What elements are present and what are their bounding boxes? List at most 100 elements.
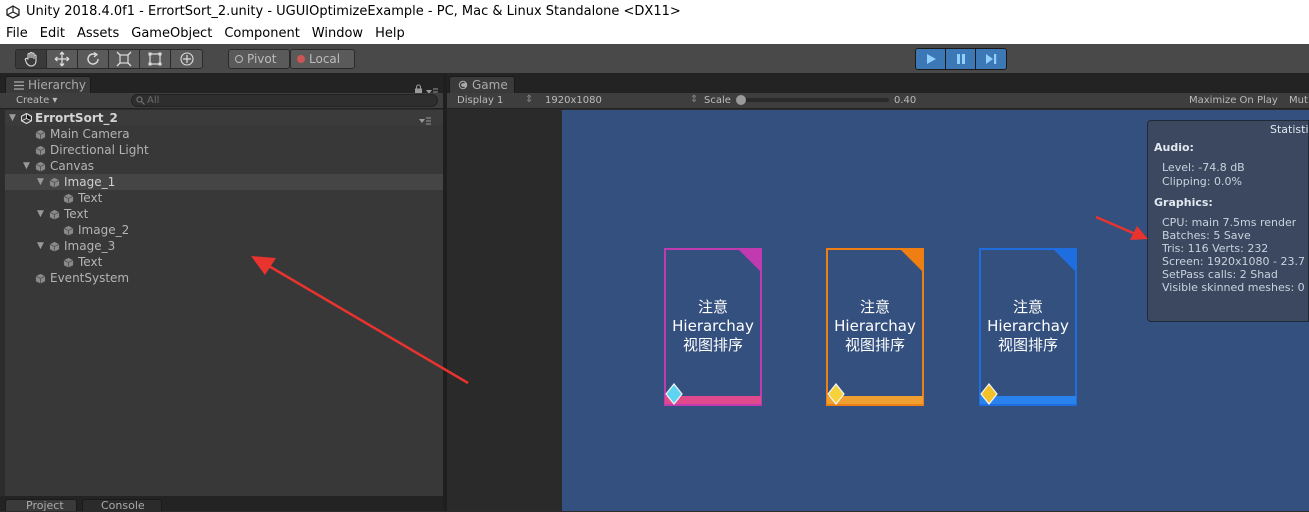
hierarchy-item-canvas[interactable]: ▼ Canvas [5,158,443,174]
hierarchy-item-image-2[interactable]: Image_2 [5,222,443,238]
local-icon [297,55,305,63]
transform-tool-button[interactable] [171,50,202,68]
resolution-dropdown[interactable]: 1920x1080 [545,95,602,106]
hierarchy-item-label: Image_2 [78,223,130,237]
hierarchy-tab-bar: Hierarchy [0,74,445,96]
gameobject-cube-icon [35,161,46,172]
move-tool-button[interactable] [47,50,78,68]
menu-edit[interactable]: Edit [40,26,65,41]
game-tab-bar: Game [447,74,1309,93]
scale-slider-handle[interactable] [736,95,746,105]
tab-console[interactable]: Console [82,499,162,512]
scene-row[interactable]: ▼ ErrortSort_2 [5,110,443,126]
stats-skinned-meshes: Visible skinned meshes: 0 [1162,281,1305,294]
hierarchy-item-label: Text [78,255,103,269]
display-dropdown[interactable]: Display 1 [457,95,503,106]
play-button[interactable] [916,49,946,69]
card-text: 注意 Hierarchay 视图排序 [664,298,762,355]
unity-scene-icon [21,112,32,124]
scale-label: Scale [704,95,731,106]
card-line-3: 视图排序 [997,336,1058,354]
gameobject-cube-icon [63,193,74,204]
play-icon [926,54,936,64]
card-line-3: 视图排序 [682,336,743,354]
pause-button[interactable] [946,49,976,69]
menu-gameobject[interactable]: GameObject [131,26,212,41]
menu-bar: File Edit Assets GameObject Component Wi… [0,23,1309,44]
tab-game[interactable]: Game [449,76,515,93]
hierarchy-item-text[interactable]: ▼ Text [5,206,443,222]
menu-component[interactable]: Component [224,26,299,41]
hierarchy-item-label: Canvas [50,159,95,173]
mute-audio-toggle[interactable]: Mut [1289,95,1308,106]
hierarchy-item-text[interactable]: Text [5,190,443,206]
gameobject-cube-icon [35,273,46,284]
hierarchy-item-directional-light[interactable]: Directional Light [5,142,443,158]
game-controller-icon [458,80,468,90]
scale-slider[interactable] [736,95,889,105]
hierarchy-item-label: Main Camera [50,127,130,141]
list-icon [14,80,24,90]
maximize-on-play-toggle[interactable]: Maximize On Play [1189,95,1278,106]
rect-tool-button[interactable] [140,50,171,68]
expand-arrow-icon[interactable]: ▼ [23,161,33,171]
card-line-3: 视图排序 [844,336,905,354]
hierarchy-item-label: Text [78,191,103,205]
move-icon [54,51,70,67]
tab-hierarchy[interactable]: Hierarchy [5,76,91,93]
stats-setpass: SetPass calls: 2 Shad [1162,268,1278,281]
hierarchy-item-image-1[interactable]: ▼ Image_1 [5,174,443,190]
playback-controls [915,48,1007,70]
gameobject-cube-icon [49,209,60,220]
menu-help[interactable]: Help [375,26,405,41]
statistics-overlay: Statisti Audio: Level: -74.8 dB Clipping… [1147,120,1309,322]
search-placeholder: All [147,95,160,106]
scale-tool-button[interactable] [109,50,140,68]
hierarchy-item-label: Image_3 [64,239,116,253]
gameobject-cube-icon [35,129,46,140]
menu-window[interactable]: Window [312,26,363,41]
window-title: Unity 2018.4.0f1 - ErrortSort_2.unity - … [26,4,681,19]
gameobject-cube-icon [63,225,74,236]
tab-project-label: Project [26,499,64,512]
tab-hierarchy-label: Hierarchy [28,78,87,92]
menu-file[interactable]: File [6,26,28,41]
title-bar: Unity 2018.4.0f1 - ErrortSort_2.unity - … [0,0,1309,23]
menu-assets[interactable]: Assets [77,26,119,41]
game-letterbox [447,110,562,511]
stats-audio-header: Audio: [1154,141,1194,154]
main-toolbar: Pivot Local [0,44,1309,74]
hand-tool-button[interactable] [16,50,47,68]
expand-arrow-icon[interactable]: ▼ [37,209,47,219]
hierarchy-toolbar: Create ▾ All [0,93,445,109]
game-toolbar: Display 1 ⇕ 1920x1080 ⇕ Scale 0.40 Maxim… [447,93,1309,109]
hierarchy-item-eventsystem[interactable]: EventSystem [5,270,443,286]
local-toggle[interactable]: Local [290,49,355,69]
tab-project[interactable]: Project [5,499,77,512]
card-text: 注意 Hierarchay 视图排序 [979,298,1077,355]
hierarchy-search-input[interactable]: All [131,94,438,107]
rotate-tool-button[interactable] [78,50,109,68]
card-line-2: Hierarchay [672,317,754,335]
transform-icon [179,52,194,66]
local-label: Local [309,52,341,66]
step-button[interactable] [976,49,1006,69]
hierarchy-item-image-3[interactable]: ▼ Image_3 [5,238,443,254]
pivot-toggle[interactable]: Pivot [228,49,290,69]
rect-tool-icon [148,52,162,66]
stats-clipping: Clipping: 0.0% [1162,175,1242,188]
hierarchy-item-main-camera[interactable]: Main Camera [5,126,443,142]
scene-expand-arrow-icon[interactable]: ▼ [9,113,19,123]
hierarchy-item-text[interactable]: Text [5,254,443,270]
scale-value: 0.40 [894,95,917,106]
create-dropdown[interactable]: Create ▾ [16,95,57,106]
card-text: 注意 Hierarchay 视图排序 [826,298,924,355]
expand-arrow-icon[interactable]: ▼ [37,241,47,251]
expand-arrow-icon[interactable]: ▼ [37,177,47,187]
card-line-2: Hierarchay [834,317,916,335]
hand-icon [24,51,37,67]
card-line-1: 注意 [859,298,890,316]
transform-tools [15,49,203,69]
hierarchy-item-label: Image_1 [64,175,116,189]
unity-logo-icon [6,4,20,19]
